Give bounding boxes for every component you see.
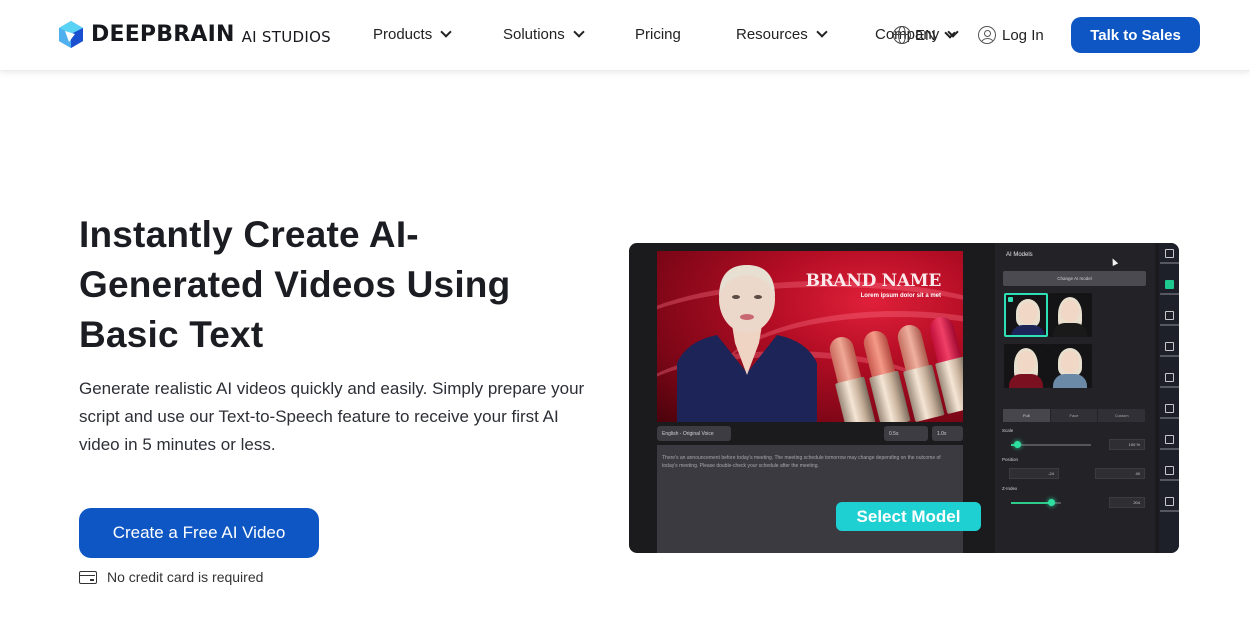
rail-text-icon[interactable] [1165,311,1174,320]
credit-card-icon [79,570,97,584]
script-text: There's an announcement before today's m… [662,455,941,469]
position-y-input[interactable]: 40 [1095,468,1145,479]
rail-ai-models-icon[interactable] [1165,280,1174,289]
rail-label [1160,510,1179,512]
rail-label [1160,479,1179,481]
nav-pricing[interactable]: Pricing [635,26,681,43]
create-free-video-button[interactable]: Create a Free AI Video [79,508,319,558]
logo[interactable]: DEEPBRAIN AI STUDIOS [59,21,331,48]
position-label: Position [1002,457,1019,462]
chevron-down-icon [440,26,452,38]
ai-avatar-presenter [677,265,817,422]
hero-description: Generate realistic AI videos quickly and… [79,379,585,454]
rail-background-icon[interactable] [1165,404,1174,413]
zindex-slider-knob[interactable] [1048,499,1055,506]
voice-select[interactable]: English - Original Voice [657,426,731,441]
script-toolbar: English - Original Voice 0.5s 1.0x [657,426,963,442]
scale-label: Scale [1002,428,1014,433]
scale-slider[interactable] [1011,441,1091,448]
chevron-down-icon [573,26,585,38]
user-icon [978,26,996,44]
rail-label [1160,293,1179,295]
selected-check-icon [1008,297,1013,302]
nav-solutions[interactable]: Solutions [503,26,585,43]
app-preview-screenshot: BRAND NAME Lorem ipsum dolor sit a met E… [629,243,1179,553]
rail-video-icon[interactable] [1165,435,1174,444]
model-thumbnail-selected[interactable] [1004,293,1048,337]
tool-rail [1159,243,1179,553]
rail-label [1160,417,1179,419]
no-credit-card-note: No credit card is required [79,569,263,585]
login-link[interactable]: Log In [978,26,1044,44]
scale-slider-knob[interactable] [1014,441,1022,448]
zindex-label: Z-Index [1002,486,1018,491]
brand-name-text: BRAND NAME [805,271,942,291]
zindex-slider-fill [1011,502,1051,504]
zindex-slider[interactable] [1011,499,1061,506]
select-model-overlay: Select Model [836,502,981,531]
nav-pricing-label: Pricing [635,26,681,43]
view-tabs: Full Face Custom [1003,409,1146,422]
hero-title: Instantly Create AI-Generated Videos Usi… [79,214,511,355]
rail-subtitles-icon[interactable] [1165,342,1174,351]
logo-cube-icon [59,21,83,48]
note-text: No credit card is required [107,569,264,585]
nav-products[interactable]: Products [373,26,452,43]
rail-audio-icon[interactable] [1165,466,1174,475]
rail-label [1160,386,1179,388]
nav-resources[interactable]: Resources [736,26,828,43]
chevron-down-icon [944,26,956,39]
logo-product: AI STUDIOS [241,27,331,46]
model-thumbnail[interactable] [1048,293,1092,337]
rail-template-icon[interactable] [1165,249,1174,258]
pause-control[interactable]: 0.5s [884,426,928,441]
tab-face[interactable]: Face [1050,409,1098,422]
zindex-value[interactable]: 204 [1109,497,1145,508]
rail-elements-icon[interactable] [1165,497,1174,506]
logo-brand: DEEPBRAIN [91,22,235,47]
panel-title: AI Models [1006,252,1033,258]
model-thumbnail[interactable] [1004,344,1048,388]
video-preview: BRAND NAME Lorem ipsum dolor sit a met [657,251,963,422]
language-label: EN [915,26,936,44]
ai-models-panel: AI Models Change AI model Full Face Cust… [995,243,1155,553]
login-label: Log In [1002,26,1044,44]
rail-label [1160,355,1179,357]
site-header: DEEPBRAIN AI STUDIOS Products Solutions … [0,0,1250,71]
rail-images-icon[interactable] [1165,373,1174,382]
chevron-down-icon [816,26,828,38]
change-model-button[interactable]: Change AI model [1003,271,1146,286]
nav-resources-label: Resources [736,26,808,43]
model-thumbnail[interactable] [1048,344,1092,388]
script-editor[interactable]: There's an announcement before today's m… [657,445,963,553]
globe-icon [893,26,911,44]
nav-solutions-label: Solutions [503,26,565,43]
rail-label [1160,324,1179,326]
tab-custom[interactable]: Custom [1098,409,1146,422]
language-selector[interactable]: EN [893,26,956,44]
scale-value[interactable]: 100 % [1109,439,1145,450]
talk-to-sales-button[interactable]: Talk to Sales [1071,17,1200,53]
speed-control[interactable]: 1.0x [932,426,963,441]
nav-products-label: Products [373,26,433,43]
rail-label [1160,448,1179,450]
brand-tagline: Lorem ipsum dolor sit a met [860,293,941,299]
rail-label [1160,262,1179,264]
tab-full[interactable]: Full [1003,409,1050,422]
position-x-input[interactable]: -24 [1009,468,1059,479]
